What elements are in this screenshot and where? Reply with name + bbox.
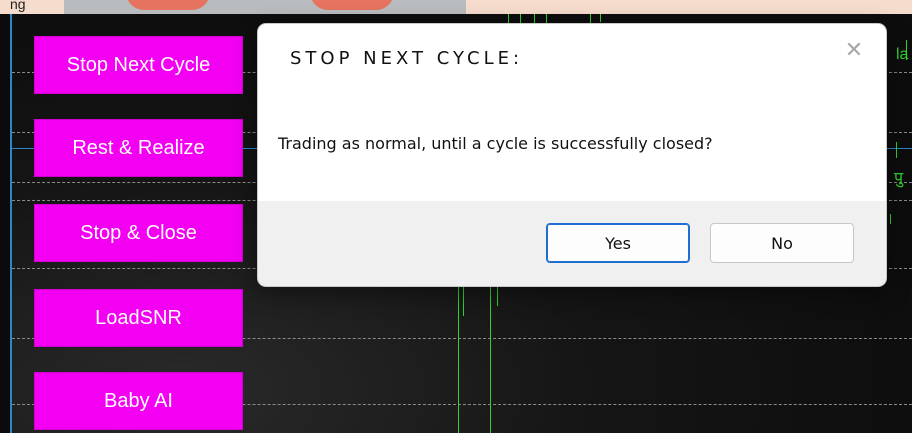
chart-side-label: पु (894, 170, 904, 187)
candle-wick (520, 14, 521, 24)
stop-next-cycle-button[interactable]: Stop Next Cycle (34, 36, 243, 94)
baby-ai-button[interactable]: Baby AI (34, 372, 243, 430)
candle-wick (497, 286, 498, 306)
rest-and-realize-button[interactable]: Rest & Realize (34, 119, 243, 177)
candle-wick (600, 14, 601, 22)
stop-and-close-button[interactable]: Stop & Close (34, 204, 243, 262)
candle-wick (463, 286, 464, 316)
left-edge (0, 14, 10, 433)
load-snr-button[interactable]: LoadSNR (34, 289, 243, 347)
candle-wick (906, 40, 907, 60)
background-window-strip: ng (0, 0, 912, 14)
background-window-bar (64, 0, 466, 14)
candle-wick (890, 214, 891, 224)
candle-wick (490, 286, 491, 433)
left-edge-line (10, 14, 12, 433)
yes-button[interactable]: Yes (546, 223, 690, 263)
dialog-message: Trading as normal, until a cycle is succ… (278, 134, 713, 153)
dialog-footer: Yes No (258, 201, 886, 286)
close-icon[interactable]: ✕ (840, 36, 868, 64)
background-window-text: ng (10, 0, 26, 12)
background-window-shape (310, 0, 394, 10)
dialog-title: STOP NEXT CYCLE: (290, 48, 524, 69)
confirm-dialog: STOP NEXT CYCLE: ✕ Trading as normal, un… (258, 24, 886, 286)
no-button[interactable]: No (710, 223, 854, 263)
candle-wick (896, 142, 897, 158)
background-window-shape (126, 0, 210, 10)
candle-wick (458, 286, 459, 433)
